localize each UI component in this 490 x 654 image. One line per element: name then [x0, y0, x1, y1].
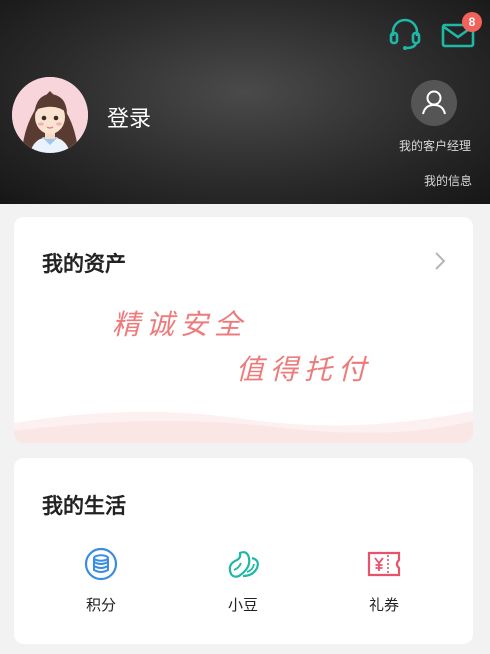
customer-manager-button[interactable]: [411, 80, 457, 126]
customer-manager-label[interactable]: 我的客户经理: [380, 137, 490, 154]
coin-stack-icon: [83, 546, 119, 582]
life-item-beans[interactable]: 小豆: [203, 546, 283, 615]
customer-service-icon[interactable]: [387, 16, 423, 52]
message-count-badge: 8: [462, 12, 482, 32]
beans-icon: [225, 546, 261, 582]
chevron-right-icon[interactable]: [434, 251, 446, 275]
avatar[interactable]: [12, 77, 88, 153]
life-item-label: 积分: [85, 596, 116, 614]
life-item-label: 小豆: [227, 596, 258, 614]
profile-header: 8 登录 我的客户经理 我的信息: [0, 0, 490, 204]
assets-card[interactable]: 我的资产 精诚安全 值得托付: [14, 217, 473, 443]
person-icon: [422, 90, 446, 115]
login-link[interactable]: 登录: [107, 101, 151, 133]
life-card: 我的生活 积分 小豆 礼券: [14, 458, 473, 644]
slogan-line-1: 精诚安全: [112, 308, 249, 341]
slogan-line-2: 值得托付: [236, 353, 373, 386]
voucher-icon: [366, 546, 402, 582]
decorative-wave: [14, 411, 473, 443]
life-item-voucher[interactable]: 礼券: [344, 546, 424, 615]
life-title: 我的生活: [42, 494, 126, 518]
life-item-points[interactable]: 积分: [61, 546, 141, 615]
assets-title: 我的资产: [42, 252, 126, 276]
life-item-label: 礼券: [368, 596, 399, 614]
my-info-link[interactable]: 我的信息: [413, 172, 483, 189]
